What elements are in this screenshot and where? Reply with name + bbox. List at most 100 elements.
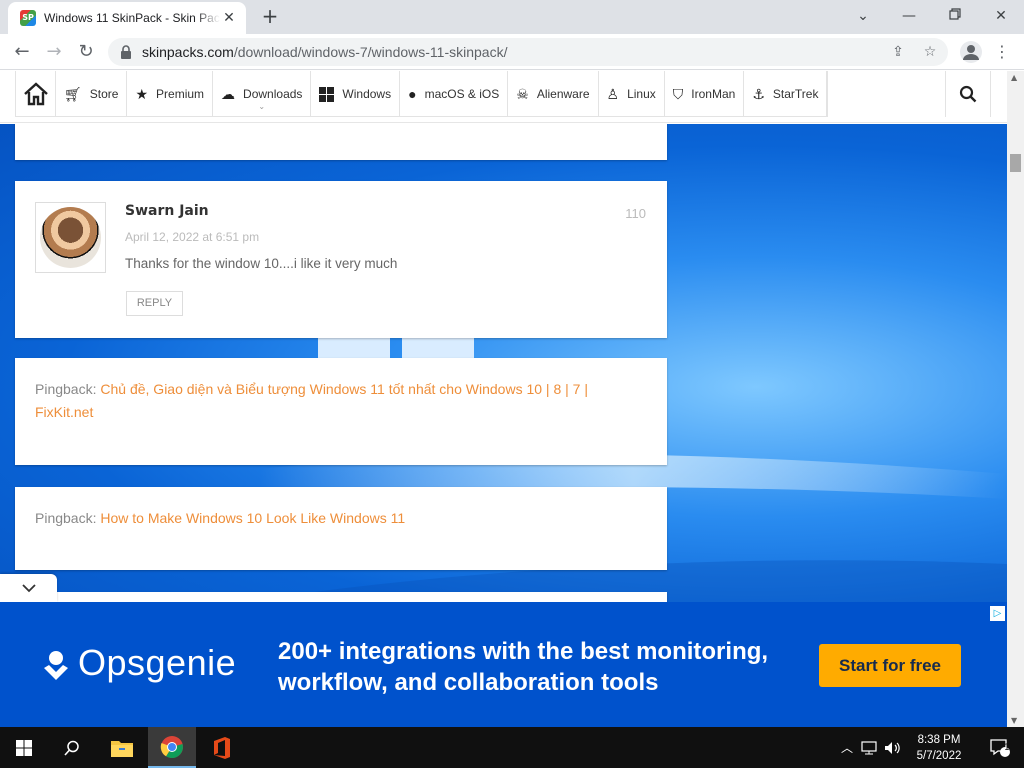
tab-close-icon[interactable]: ✕	[220, 9, 238, 27]
comment-author[interactable]: Swarn Jain	[125, 203, 209, 219]
chevron-down-icon: ⌄	[258, 102, 266, 111]
screen: SP Windows 11 SkinPack - Skin Pack ✕ + ⌄…	[0, 0, 1024, 768]
nav-home[interactable]	[16, 71, 56, 117]
pingback-prefix: Pingback:	[35, 381, 101, 397]
scroll-down-arrow-icon[interactable]: ▼	[1011, 716, 1017, 725]
ad-copy: 200+ integrations with the best monitori…	[278, 638, 769, 696]
comment-card-partial	[15, 124, 667, 160]
comment-number: 110	[625, 206, 646, 221]
ironman-icon: ⛉	[672, 85, 684, 102]
lock-icon[interactable]	[120, 45, 132, 59]
network-icon[interactable]	[860, 740, 878, 755]
pingback-link[interactable]: Chủ đề, Giao diện và Biểu tượng Windows …	[35, 381, 588, 420]
pingback-link[interactable]: How to Make Windows 10 Look Like Windows…	[100, 510, 405, 526]
nav-label: macOS & iOS	[424, 87, 500, 101]
nav-label: Windows	[342, 87, 392, 101]
nav-label: StarTrek	[772, 87, 819, 101]
taskbar-chrome[interactable]	[148, 727, 196, 768]
system-tray: ︿	[838, 727, 902, 768]
nav-item-startrek[interactable]: ⚓︎ StarTrek	[744, 71, 828, 117]
close-window-button[interactable]: ✕	[978, 4, 1024, 28]
avatar	[35, 202, 106, 273]
collapse-ad-button[interactable]	[0, 574, 57, 602]
opsgenie-logo-icon	[44, 651, 68, 680]
tab-title: Windows 11 SkinPack - Skin Pack	[44, 11, 220, 25]
taskbar-clock[interactable]: 8:38 PM 5/7/2022	[908, 732, 970, 764]
comment-text: Thanks for the window 10....i like it ve…	[125, 256, 398, 271]
taskbar-search-button[interactable]	[48, 727, 96, 768]
scroll-up-arrow-icon[interactable]: ▲	[1011, 73, 1017, 82]
url-path: /download/windows-7/windows-11-skinpack/	[233, 44, 508, 60]
browser-menu-icon[interactable]: ⋮	[992, 40, 1012, 64]
nav-item-windows[interactable]: Windows	[311, 71, 401, 117]
nav-item-macos[interactable]: ● macOS & iOS	[400, 71, 509, 117]
address-bar[interactable]: skinpacks.com/download/windows-7/windows…	[108, 38, 948, 66]
avatar-image	[40, 207, 101, 268]
scrollbar-thumb[interactable]	[1010, 154, 1021, 172]
office-icon	[214, 736, 230, 759]
search-icon	[959, 85, 977, 103]
tray-overflow-chevron-icon[interactable]: ︿	[838, 739, 856, 756]
tab-strip: SP Windows 11 SkinPack - Skin Pack ✕ + ⌄…	[0, 0, 1024, 34]
taskbar-office[interactable]	[198, 727, 246, 768]
browser-toolbar: ← → ↻ skinpacks.com/download/windows-7/w…	[0, 34, 1024, 70]
ad-banner[interactable]: Opsgenie 200+ integrations with the best…	[0, 602, 1007, 727]
new-tab-button[interactable]: +	[258, 5, 282, 29]
share-icon[interactable]: ⇪	[888, 42, 908, 62]
nav-item-store[interactable]: 🛒︎ Store	[56, 71, 128, 117]
profile-avatar-icon[interactable]	[960, 41, 982, 63]
reply-button[interactable]: REPLY	[126, 291, 183, 316]
cloud-download-icon: ☁	[221, 85, 236, 102]
windows-logo-icon	[319, 86, 335, 102]
chevron-down-icon	[21, 584, 36, 593]
restore-button[interactable]	[932, 4, 978, 28]
restore-icon	[949, 8, 961, 20]
star-icon: ★	[135, 85, 149, 102]
windows-taskbar: ︿ 8:38 PM 5/7/2022 1	[0, 727, 1024, 768]
reload-icon[interactable]: ↻	[74, 40, 98, 64]
search-icon	[64, 740, 79, 756]
home-icon	[23, 82, 48, 106]
nav-item-alienware[interactable]: ☠ Alienware	[508, 71, 599, 117]
pingback-prefix: Pingback:	[35, 510, 101, 526]
tux-icon: ♙	[606, 85, 620, 102]
site-search-button[interactable]	[945, 71, 991, 117]
nav-bar: 🛒︎ Store ★ Premium ☁ Downloads ⌄ Windows ● ma…	[15, 71, 829, 117]
back-arrow-icon[interactable]: ←	[10, 40, 34, 64]
nav-item-ironman[interactable]: ⛉ IronMan	[665, 71, 745, 117]
ad-choices-icon[interactable]: ▷	[990, 606, 1005, 621]
comment-date[interactable]: April 12, 2022 at 6:51 pm	[125, 230, 259, 244]
nav-item-premium[interactable]: ★ Premium	[127, 71, 214, 117]
url-host: skinpacks.com	[142, 44, 234, 60]
forward-arrow-icon[interactable]: →	[42, 40, 66, 64]
nav-label: IronMan	[691, 87, 736, 101]
alien-icon: ☠	[516, 85, 529, 102]
browser-tab[interactable]: SP Windows 11 SkinPack - Skin Pack ✕	[8, 2, 246, 34]
tab-search-chevron-icon[interactable]: ⌄	[840, 4, 886, 28]
folder-icon	[111, 740, 133, 757]
startrek-icon: ⚓︎	[752, 85, 765, 102]
chrome-icon	[160, 735, 183, 758]
volume-icon[interactable]	[884, 741, 902, 755]
url-text: skinpacks.com/download/windows-7/windows…	[142, 44, 507, 60]
nav-label: Downloads	[243, 87, 303, 101]
clock-date: 5/7/2022	[916, 750, 962, 762]
nav-label: Store	[89, 87, 119, 101]
minimize-button[interactable]: —	[886, 4, 932, 28]
cart-icon: 🛒︎	[64, 85, 82, 102]
taskbar-file-explorer[interactable]	[98, 727, 146, 768]
page-scrollbar[interactable]: ▲ ▼	[1007, 71, 1024, 727]
ad-cta-button[interactable]: Start for free	[819, 644, 961, 687]
notification-count: 1	[1004, 743, 1010, 753]
apple-logo-icon: ●	[408, 86, 417, 102]
start-button[interactable]	[0, 727, 48, 768]
comment-card-partial	[15, 592, 667, 602]
page-content: Swarn Jain April 12, 2022 at 6:51 pm Tha…	[0, 124, 1007, 602]
bookmark-star-icon[interactable]: ☆	[920, 42, 940, 62]
windows-start-icon	[16, 739, 32, 756]
nav-item-linux[interactable]: ♙ Linux	[599, 71, 665, 117]
nav-item-downloads[interactable]: ☁ Downloads ⌄	[213, 71, 312, 117]
nav-label: Alienware	[536, 87, 590, 101]
site-favicon-icon: SP	[20, 10, 36, 26]
action-center-button[interactable]: 1	[976, 727, 1024, 768]
